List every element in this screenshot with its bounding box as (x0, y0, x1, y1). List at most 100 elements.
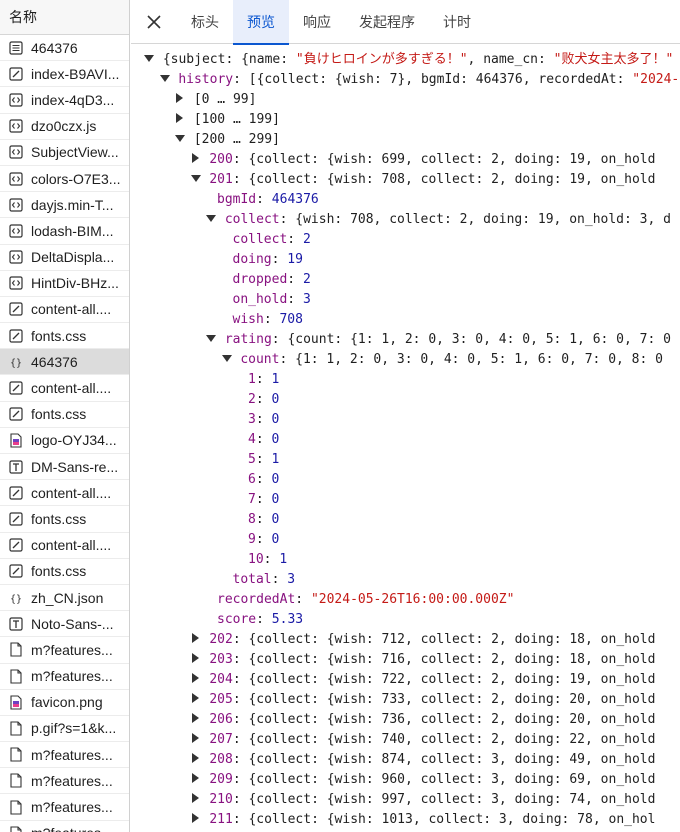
request-row[interactable]: fonts.css (0, 402, 129, 428)
json-text: : (255, 532, 272, 547)
request-row[interactable]: lodash-BIM... (0, 218, 129, 245)
request-name: lodash-BIM... (31, 222, 114, 239)
json-key: history (178, 72, 234, 87)
request-name: DeltaDispla... (31, 249, 115, 266)
json-tree-line[interactable]: {subject: {name: "負けヒロインが多すぎる！", name_cn… (131, 50, 680, 70)
collapse-triangle-icon[interactable] (190, 773, 202, 783)
json-number: 0 (271, 512, 280, 527)
json-tree-line[interactable]: 208: {collect: {wish: 874, collect: 3, d… (131, 750, 680, 770)
expand-triangle-icon[interactable] (143, 53, 155, 63)
collapse-triangle-icon[interactable] (190, 713, 202, 723)
request-name: m?features... (31, 772, 113, 789)
request-row[interactable]: 464376 (0, 35, 129, 62)
json-tree-line[interactable]: 200: {collect: {wish: 699, collect: 2, d… (131, 150, 680, 170)
json-key: 204 (209, 672, 233, 687)
collapse-triangle-icon[interactable] (190, 673, 202, 683)
collapse-triangle-icon[interactable] (190, 653, 202, 663)
request-row[interactable]: {} 464376 (0, 349, 129, 376)
json-text: [100 … 199] (193, 112, 280, 127)
json-text: : (287, 272, 303, 287)
request-row[interactable]: favicon.png (0, 690, 129, 716)
request-row[interactable]: content-all.... (0, 480, 129, 507)
request-row[interactable]: colors-O7E3... (0, 166, 129, 193)
request-row[interactable]: m?features... (0, 794, 129, 821)
json-tree-line[interactable]: 209: {collect: {wish: 960, collect: 3, d… (131, 770, 680, 790)
json-tree-line[interactable]: 204: {collect: {wish: 722, collect: 2, d… (131, 670, 680, 690)
name-column-header[interactable]: 名称 (0, 0, 129, 35)
request-row[interactable]: HintDiv-BHz... (0, 271, 129, 297)
request-row[interactable]: content-all.... (0, 375, 129, 402)
json-tree-line[interactable]: rating: {count: {1: 1, 2: 0, 3: 0, 4: 0,… (131, 330, 680, 350)
request-row[interactable]: m?features... (0, 821, 129, 832)
request-row[interactable]: m?features... (0, 637, 129, 664)
collapse-triangle-icon[interactable] (190, 813, 202, 823)
json-tree-line[interactable]: 206: {collect: {wish: 736, collect: 2, d… (131, 710, 680, 730)
collapse-triangle-icon[interactable] (190, 733, 202, 743)
collapse-triangle-icon[interactable] (190, 793, 202, 803)
expand-triangle-icon[interactable] (190, 173, 202, 183)
request-row[interactable]: index-4qD3... (0, 87, 129, 114)
script-icon (8, 407, 23, 422)
json-tree-line[interactable]: count: {1: 1, 2: 0, 3: 0, 4: 0, 5: 1, 6:… (131, 350, 680, 370)
tab-headers[interactable]: 标头 (177, 0, 233, 44)
json-key: 5 (248, 452, 256, 467)
request-row[interactable]: p.gif?s=1&k... (0, 716, 129, 743)
request-row[interactable]: fonts.css (0, 506, 129, 533)
json-number: 5.33 (271, 612, 304, 627)
json-tree-line[interactable]: collect: {wish: 708, collect: 2, doing: … (131, 210, 680, 230)
json-tree-line[interactable]: [100 … 199] (131, 110, 680, 130)
collapse-triangle-icon[interactable] (190, 633, 202, 643)
collapse-triangle-icon[interactable] (190, 753, 202, 763)
request-row[interactable]: dzo0czx.js (0, 114, 129, 140)
json-tree-line[interactable]: 202: {collect: {wish: 712, collect: 2, d… (131, 630, 680, 650)
tab-initiator[interactable]: 发起程序 (345, 0, 429, 44)
expand-triangle-icon[interactable] (205, 213, 217, 223)
json-tree-line: dropped: 2 (131, 270, 680, 290)
script-icon (8, 66, 23, 81)
json-tree-line[interactable]: 211: {collect: {wish: 1013, collect: 3, … (131, 810, 680, 830)
request-row[interactable]: content-all.... (0, 297, 129, 324)
json-tree-line[interactable]: [200 … 299] (131, 130, 680, 150)
request-row[interactable]: m?features... (0, 742, 129, 769)
tab-timing[interactable]: 计时 (429, 0, 485, 44)
json-tree-line[interactable]: [0 … 99] (131, 90, 680, 110)
request-row[interactable]: SubjectView... (0, 140, 129, 166)
request-row[interactable]: index-B9AVI... (0, 61, 129, 88)
script-icon (8, 302, 23, 317)
json-tree-line[interactable]: history: [{collect: {wish: 7}, bgmId: 46… (131, 70, 680, 90)
json-text: : (263, 552, 280, 567)
request-row[interactable]: content-all.... (0, 533, 129, 559)
expand-triangle-icon[interactable] (221, 353, 233, 363)
request-row[interactable]: DeltaDispla... (0, 245, 129, 271)
request-row[interactable]: m?features... (0, 664, 129, 690)
request-row[interactable]: fonts.css (0, 559, 129, 585)
json-tree-line[interactable]: 205: {collect: {wish: 733, collect: 2, d… (131, 690, 680, 710)
json-tree-line[interactable]: 201: {collect: {wish: 708, collect: 2, d… (131, 170, 680, 190)
expand-triangle-icon[interactable] (174, 133, 186, 143)
request-row[interactable]: {} zh_CN.json (0, 585, 129, 612)
json-tree-line[interactable]: 210: {collect: {wish: 997, collect: 3, d… (131, 790, 680, 810)
expand-triangle-icon[interactable] (205, 333, 217, 343)
collapse-triangle-icon[interactable] (190, 693, 202, 703)
request-row[interactable]: Noto-Sans-... (0, 611, 129, 638)
json-key: 211 (209, 812, 233, 827)
close-icon[interactable] (131, 0, 177, 43)
json-tree-line[interactable]: 203: {collect: {wish: 716, collect: 2, d… (131, 650, 680, 670)
request-row[interactable]: logo-OYJ34... (0, 428, 129, 454)
request-row[interactable]: m?features... (0, 768, 129, 795)
json-tree-line[interactable]: 207: {collect: {wish: 740, collect: 2, d… (131, 730, 680, 750)
collapse-triangle-icon[interactable] (190, 153, 202, 163)
json-key: total (232, 572, 272, 587)
request-row[interactable]: fonts.css (0, 323, 129, 350)
tab-response[interactable]: 响应 (289, 0, 345, 44)
svg-text:{}: {} (9, 594, 21, 605)
json-text: {subject: {name: (162, 52, 296, 67)
collapse-triangle-icon[interactable] (174, 113, 186, 123)
json-text: : (263, 312, 280, 327)
tab-preview[interactable]: 预览 (233, 0, 289, 45)
json-key: 207 (209, 732, 233, 747)
request-row[interactable]: dayjs.min-T... (0, 192, 129, 219)
expand-triangle-icon[interactable] (159, 73, 171, 83)
request-row[interactable]: DM-Sans-re... (0, 454, 129, 481)
collapse-triangle-icon[interactable] (174, 93, 186, 103)
